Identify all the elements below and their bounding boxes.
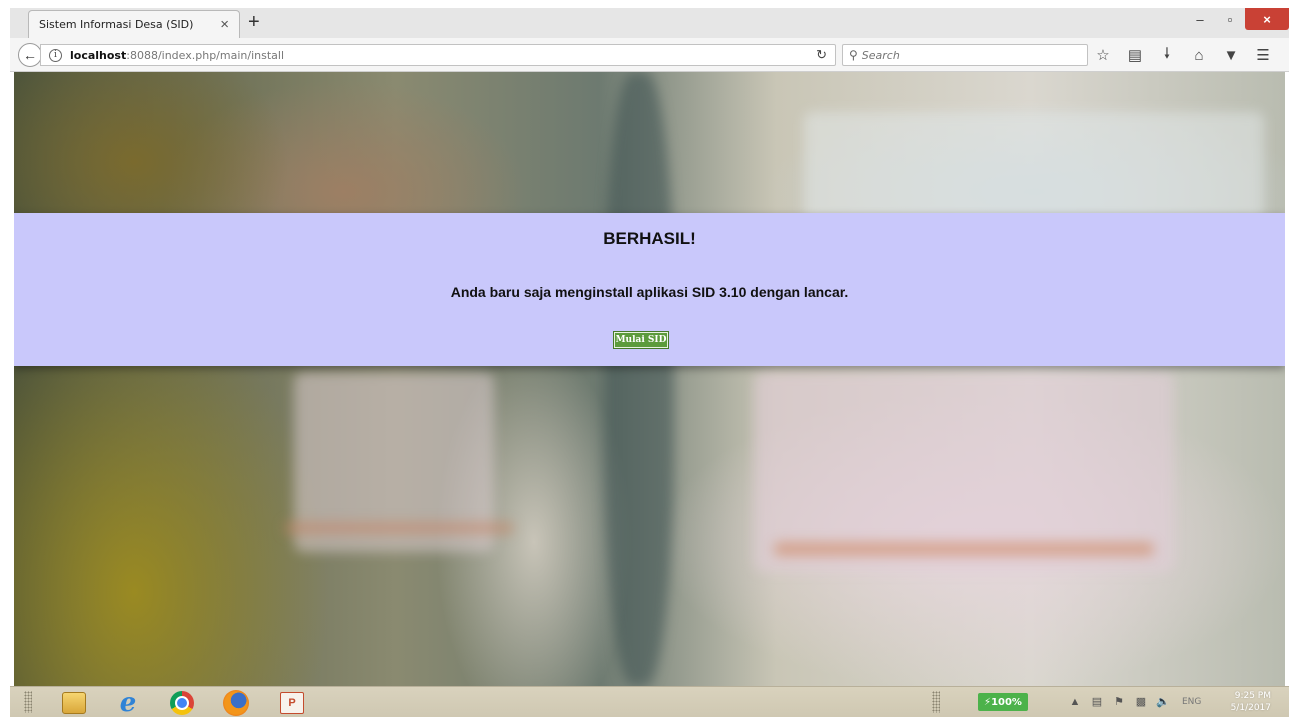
toolbar-icons: ☆ ▤ 🠗 ⌂ ▼ ☰ bbox=[1092, 45, 1274, 65]
firefox-icon bbox=[223, 689, 249, 716]
window-controls: – ▫ × bbox=[1185, 8, 1289, 30]
powerpoint-icon: P bbox=[280, 691, 304, 714]
navigation-bar: ← i localhost:8088/index.php/main/instal… bbox=[10, 38, 1289, 72]
taskbar-internet-explorer[interactable]: e bbox=[102, 687, 154, 717]
taskbar: e P ⚡ 100% ▲ ▤ ⚑ ▩ 🔈 ENG 9:25 PM 5/1/2017 bbox=[10, 686, 1289, 717]
background-photo-shape bbox=[284, 522, 514, 534]
info-icon[interactable]: i bbox=[49, 48, 62, 62]
clock-time: 9:25 PM bbox=[1234, 691, 1271, 701]
taskbar-grip bbox=[932, 691, 940, 713]
search-bar[interactable]: ⚲ bbox=[842, 44, 1088, 66]
arrow-left-icon: ← bbox=[23, 47, 37, 63]
taskbar-file-explorer[interactable] bbox=[48, 689, 100, 716]
tab-title: Sistem Informasi Desa (SID) bbox=[39, 18, 194, 31]
internet-explorer-icon: e bbox=[119, 687, 137, 717]
background-photo-shape bbox=[774, 542, 1154, 556]
background-photo-shape bbox=[604, 72, 674, 686]
folder-icon bbox=[62, 691, 86, 714]
new-tab-button[interactable]: + bbox=[248, 12, 260, 32]
taskbar-firefox[interactable] bbox=[210, 689, 262, 716]
menu-icon[interactable]: ☰ bbox=[1252, 46, 1274, 64]
battery-indicator[interactable]: ⚡ 100% bbox=[978, 693, 1028, 711]
url-path: :8088/index.php/main/install bbox=[126, 48, 285, 62]
reload-icon[interactable]: ↻ bbox=[816, 47, 827, 63]
language-indicator[interactable]: ENG bbox=[1182, 697, 1201, 707]
speaker-icon[interactable]: 🔈 bbox=[1156, 695, 1170, 708]
taskbar-powerpoint[interactable]: P bbox=[266, 689, 318, 716]
install-success-panel: BERHASIL! Anda baru saja menginstall apl… bbox=[14, 213, 1285, 366]
system-tray: ▲ ▤ ⚑ ▩ 🔈 ENG bbox=[1068, 695, 1202, 709]
tab-sid[interactable]: Sistem Informasi Desa (SID) × bbox=[28, 10, 240, 38]
chrome-icon bbox=[170, 690, 194, 715]
battery-level: 100% bbox=[991, 696, 1022, 708]
search-input[interactable] bbox=[861, 48, 1062, 62]
network-icon[interactable]: ▤ bbox=[1090, 695, 1104, 708]
bookmarks-list-icon[interactable]: ▤ bbox=[1124, 46, 1146, 64]
clock-date: 5/1/2017 bbox=[1230, 703, 1271, 713]
tab-close-icon[interactable]: × bbox=[220, 17, 229, 32]
url-host: localhost bbox=[70, 48, 127, 62]
background-photo-shape bbox=[804, 112, 1264, 222]
address-bar[interactable]: i localhost:8088/index.php/main/install … bbox=[40, 44, 836, 66]
lightning-icon: ⚡ bbox=[984, 696, 992, 708]
maximize-button[interactable]: ▫ bbox=[1215, 8, 1245, 30]
tab-strip: Sistem Informasi Desa (SID) × + – ▫ × bbox=[10, 8, 1289, 38]
home-icon[interactable]: ⌂ bbox=[1188, 46, 1210, 64]
page-viewport: BERHASIL! Anda baru saja menginstall apl… bbox=[14, 72, 1285, 686]
screen: Sistem Informasi Desa (SID) × + – ▫ × ← … bbox=[0, 0, 1291, 717]
pocket-icon[interactable]: ▼ bbox=[1220, 46, 1242, 64]
signal-icon[interactable]: ▩ bbox=[1134, 695, 1148, 708]
start-sid-button[interactable]: Mulai SID bbox=[613, 331, 669, 349]
taskbar-chrome[interactable] bbox=[156, 689, 208, 716]
minimize-button[interactable]: – bbox=[1185, 8, 1215, 30]
taskbar-grip bbox=[24, 691, 32, 713]
success-message: Anda baru saja menginstall aplikasi SID … bbox=[450, 284, 849, 300]
clock[interactable]: 9:25 PM 5/1/2017 bbox=[1231, 690, 1271, 714]
bookmark-star-icon[interactable]: ☆ bbox=[1092, 46, 1114, 64]
search-icon: ⚲ bbox=[849, 48, 858, 62]
close-window-button[interactable]: × bbox=[1245, 8, 1289, 30]
chevron-up-icon[interactable]: ▲ bbox=[1068, 696, 1082, 708]
download-icon[interactable]: 🠗 bbox=[1156, 45, 1178, 64]
success-title: BERHASIL! bbox=[603, 229, 696, 248]
flag-icon[interactable]: ⚑ bbox=[1112, 695, 1126, 708]
back-button[interactable]: ← bbox=[18, 43, 42, 67]
